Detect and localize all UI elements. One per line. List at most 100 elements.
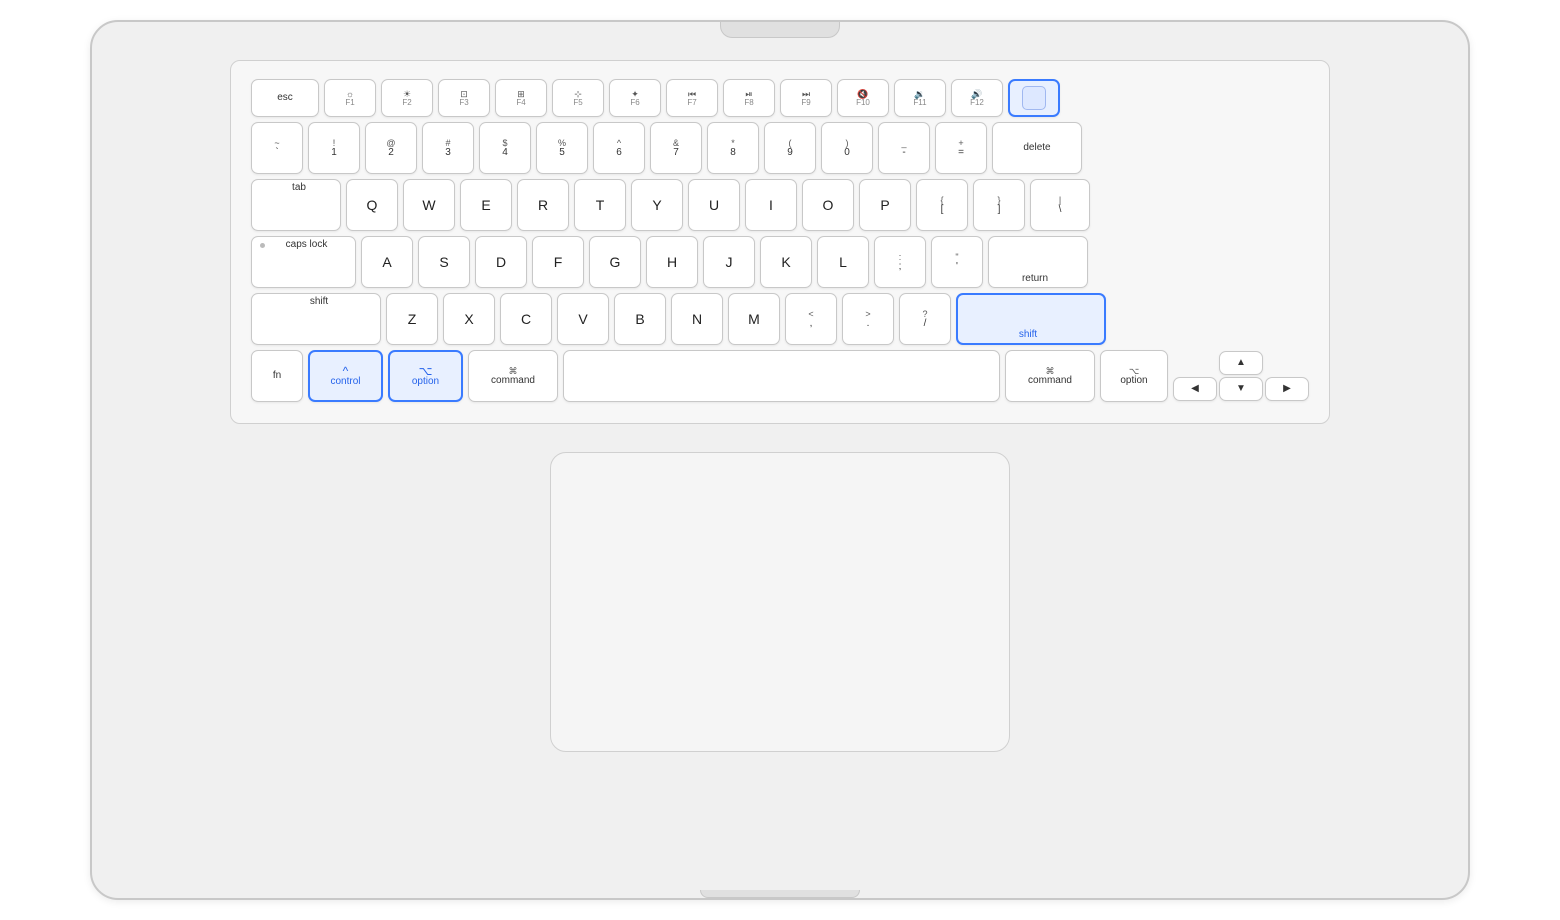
key-return[interactable]: return — [988, 236, 1088, 288]
key-b[interactable]: B — [614, 293, 666, 345]
key-delete[interactable]: delete — [992, 122, 1082, 174]
arrow-down-icon: ▼ — [1236, 383, 1246, 395]
key-7[interactable]: & 7 — [650, 122, 702, 174]
key-arrow-right[interactable]: ▶ — [1265, 377, 1309, 401]
key-r[interactable]: R — [517, 179, 569, 231]
key-option-left[interactable]: ⌥ option — [388, 350, 463, 402]
key-r-label: R — [538, 197, 548, 214]
key-shift-right[interactable]: shift — [956, 293, 1106, 345]
key-quote[interactable]: " ' — [931, 236, 983, 288]
key-v[interactable]: V — [557, 293, 609, 345]
key-rbracket-bottom: ] — [998, 205, 1001, 215]
key-backslash[interactable]: | \ — [1030, 179, 1090, 231]
key-f8[interactable]: ⏯ F8 — [723, 79, 775, 117]
key-command-right[interactable]: ⌘ command — [1005, 350, 1095, 402]
key-comma[interactable]: < , — [785, 293, 837, 345]
key-arrow-left[interactable]: ◀ — [1173, 377, 1217, 401]
key-8[interactable]: * 8 — [707, 122, 759, 174]
key-h[interactable]: H — [646, 236, 698, 288]
key-f3[interactable]: ⊡ F3 — [438, 79, 490, 117]
key-g[interactable]: G — [589, 236, 641, 288]
key-j[interactable]: J — [703, 236, 755, 288]
key-control[interactable]: ^ control — [308, 350, 383, 402]
key-b-label: B — [635, 311, 644, 328]
key-c[interactable]: C — [500, 293, 552, 345]
key-option-right[interactable]: ⌥ option — [1100, 350, 1168, 402]
key-period[interactable]: > . — [842, 293, 894, 345]
key-f-label: F — [554, 254, 563, 271]
key-return-label: return — [1022, 274, 1048, 284]
key-arrow-down[interactable]: ▼ — [1219, 377, 1263, 401]
laptop-top-bar — [92, 22, 1468, 50]
arrow-left-icon: ◀ — [1191, 383, 1199, 395]
key-tab[interactable]: tab — [251, 179, 341, 231]
key-tilde[interactable]: ~ ` — [251, 122, 303, 174]
key-f9[interactable]: ⏭ F9 — [780, 79, 832, 117]
key-0[interactable]: ) 0 — [821, 122, 873, 174]
key-y[interactable]: Y — [631, 179, 683, 231]
key-arrow-up[interactable]: ▲ — [1219, 351, 1263, 375]
key-f6[interactable]: ✦ F6 — [609, 79, 661, 117]
key-l[interactable]: L — [817, 236, 869, 288]
key-f11[interactable]: 🔉 F11 — [894, 79, 946, 117]
key-4[interactable]: $ 4 — [479, 122, 531, 174]
key-esc[interactable]: esc — [251, 79, 319, 117]
key-9[interactable]: ( 9 — [764, 122, 816, 174]
key-squote-bottom: ' — [956, 262, 958, 272]
key-equals[interactable]: + = — [935, 122, 987, 174]
key-z[interactable]: Z — [386, 293, 438, 345]
key-f7[interactable]: ⏮ F7 — [666, 79, 718, 117]
key-f4[interactable]: ⊞ F4 — [495, 79, 547, 117]
arrow-cluster: ▲ ◀ ▼ ▶ — [1173, 351, 1309, 401]
key-k[interactable]: K — [760, 236, 812, 288]
key-semicolon[interactable]: : ; — [874, 236, 926, 288]
key-f[interactable]: F — [532, 236, 584, 288]
key-shift-right-label: shift — [1019, 330, 1037, 340]
key-esc-label: esc — [277, 93, 293, 103]
key-c-label: C — [521, 311, 531, 328]
key-e[interactable]: E — [460, 179, 512, 231]
key-minus[interactable]: _ - — [878, 122, 930, 174]
key-n[interactable]: N — [671, 293, 723, 345]
key-fn-label: fn — [273, 371, 281, 381]
key-f5[interactable]: ⊹ F5 — [552, 79, 604, 117]
key-3[interactable]: # 3 — [422, 122, 474, 174]
key-o[interactable]: O — [802, 179, 854, 231]
key-slash[interactable]: ? / — [899, 293, 951, 345]
key-1[interactable]: ! 1 — [308, 122, 360, 174]
key-x[interactable]: X — [443, 293, 495, 345]
key-rbracket[interactable]: } ] — [973, 179, 1025, 231]
key-f12[interactable]: 🔊 F12 — [951, 79, 1003, 117]
key-command-right-label: command — [1028, 376, 1072, 386]
key-m-label: M — [748, 311, 760, 328]
key-o-label: O — [823, 197, 834, 214]
key-p[interactable]: P — [859, 179, 911, 231]
hinge-bump — [720, 22, 840, 38]
key-q[interactable]: Q — [346, 179, 398, 231]
touchpad[interactable] — [550, 452, 1010, 752]
key-f1[interactable]: ☼ F1 — [324, 79, 376, 117]
key-space[interactable] — [563, 350, 1000, 402]
key-shift-left[interactable]: shift — [251, 293, 381, 345]
key-caps-lock[interactable]: caps lock — [251, 236, 356, 288]
key-6[interactable]: ^ 6 — [593, 122, 645, 174]
key-a[interactable]: A — [361, 236, 413, 288]
key-d[interactable]: D — [475, 236, 527, 288]
key-f10[interactable]: 🔇 F10 — [837, 79, 889, 117]
key-power[interactable] — [1008, 79, 1060, 117]
key-u[interactable]: U — [688, 179, 740, 231]
key-q-label: Q — [367, 197, 378, 214]
key-command-left[interactable]: ⌘ command — [468, 350, 558, 402]
key-t[interactable]: T — [574, 179, 626, 231]
key-fn[interactable]: fn — [251, 350, 303, 402]
key-5[interactable]: % 5 — [536, 122, 588, 174]
key-f2[interactable]: ☀ F2 — [381, 79, 433, 117]
key-m[interactable]: M — [728, 293, 780, 345]
key-s[interactable]: S — [418, 236, 470, 288]
key-i[interactable]: I — [745, 179, 797, 231]
key-equals-bottom: = — [958, 148, 964, 158]
key-2[interactable]: @ 2 — [365, 122, 417, 174]
key-lbracket[interactable]: { [ — [916, 179, 968, 231]
number-row: ~ ` ! 1 @ 2 # 3 $ 4 % 5 — [251, 122, 1309, 174]
key-w[interactable]: W — [403, 179, 455, 231]
